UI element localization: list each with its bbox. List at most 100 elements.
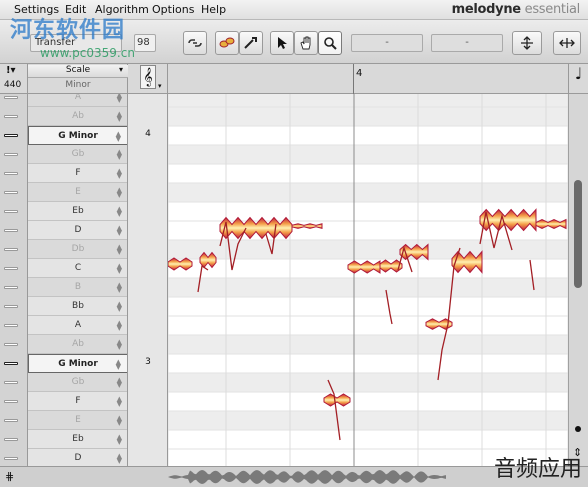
pitch-spinner-icon[interactable]: ▲ ▼ — [117, 225, 122, 237]
octave-column: 43 — [128, 94, 168, 466]
magnifier-icon — [324, 37, 337, 50]
pitch-label: B — [74, 282, 82, 292]
grid-row — [168, 353, 568, 374]
clef-cell[interactable]: 𝄞 ▾ — [128, 64, 168, 94]
overview-waveform[interactable] — [168, 469, 448, 485]
scale-key-row[interactable]: G Minor ▲ ▼ — [28, 354, 127, 373]
pitch-spinner-icon[interactable]: ▲ ▼ — [117, 149, 122, 161]
pitch-spinner-icon[interactable]: ▲ ▼ — [117, 339, 122, 351]
pitch-spinner-icon[interactable]: ▲ ▼ — [116, 359, 121, 371]
scroll-tool-button[interactable] — [294, 31, 318, 55]
pitch-label: D — [74, 225, 82, 235]
main-tool-button[interactable] — [270, 31, 294, 55]
piano-key-marker — [4, 381, 18, 384]
pitch-label: F — [75, 168, 81, 178]
pitch-spinner-icon[interactable]: ▲ ▼ — [116, 131, 121, 143]
scale-header[interactable]: Scale ▾ Minor — [28, 64, 128, 94]
scale-pitch-row[interactable]: D ▲ ▼ — [28, 449, 127, 466]
scale-pitch-row[interactable]: Ab ▲ ▼ — [28, 107, 127, 126]
waveform-toggle-icon[interactable]: ⋕ — [5, 470, 14, 483]
grid-row — [168, 391, 568, 412]
note-blobs-icon — [219, 37, 235, 48]
scale-pitch-row[interactable]: D ▲ ▼ — [28, 221, 127, 240]
pitch-spinner-icon[interactable]: ▲ ▼ — [117, 244, 122, 256]
piano-key-marker — [4, 267, 18, 270]
pitch-spinner-icon[interactable]: ▲ ▼ — [117, 377, 122, 389]
clef-dropdown-icon: ▾ — [158, 82, 162, 90]
reference-pitch-cell[interactable]: !▾ 440 — [0, 64, 28, 94]
pitch-zoom-button[interactable] — [512, 31, 542, 55]
scale-pitch-row[interactable]: Bb ▲ ▼ — [28, 297, 127, 316]
pitch-label: Eb — [72, 206, 84, 216]
piano-key-marker — [4, 362, 18, 365]
scroll-thumb[interactable] — [574, 180, 582, 288]
pitch-spinner-icon[interactable]: ▲ ▼ — [117, 320, 122, 332]
grid-row — [168, 144, 568, 165]
scale-pitch-row[interactable]: Db ▲ ▼ — [28, 240, 127, 259]
scale-key-row[interactable]: G Minor ▲ ▼ — [28, 126, 127, 145]
scale-pitch-row[interactable]: Eb ▲ ▼ — [28, 430, 127, 449]
scale-pitch-row[interactable]: B ▲ ▼ — [28, 278, 127, 297]
hand-icon — [300, 36, 311, 50]
vertical-scrollbar[interactable]: ⇕ — [568, 94, 588, 466]
pitch-spinner-icon[interactable]: ▲ ▼ — [117, 396, 122, 408]
note-value-icon[interactable]: ♩ — [568, 64, 588, 94]
pointer-arrow-icon — [278, 37, 287, 49]
pitch-spinner-icon[interactable]: ▲ ▼ — [117, 282, 122, 294]
scale-pitch-row[interactable]: Gb ▲ ▼ — [28, 145, 127, 164]
piano-strip[interactable] — [0, 94, 28, 466]
note-blob[interactable] — [291, 223, 323, 229]
pitch-spinner-icon[interactable]: ▲ ▼ — [117, 263, 122, 275]
note-editor-grid[interactable] — [168, 94, 568, 466]
grid-row — [168, 182, 568, 203]
pitch-spinner-icon[interactable]: ▲ ▼ — [117, 111, 122, 123]
pitch-spinner-icon[interactable]: ▲ ▼ — [117, 168, 122, 180]
macro-time-button[interactable] — [239, 31, 263, 55]
zoom-tool-button[interactable] — [318, 31, 342, 55]
link-icon — [188, 39, 202, 47]
pitch-spinner-icon[interactable]: ▲ ▼ — [117, 415, 122, 427]
pitch-spinner-icon[interactable]: ▲ ▼ — [117, 206, 122, 218]
scale-pitch-row[interactable]: E ▲ ▼ — [28, 183, 127, 202]
pitch-spinner-icon[interactable]: ▲ ▼ — [117, 94, 122, 104]
scale-pitch-row[interactable]: E ▲ ▼ — [28, 411, 127, 430]
note-editor-canvas[interactable] — [168, 94, 568, 466]
macro-pitch-button[interactable] — [215, 31, 239, 55]
editor-header: !▾ 440 Scale ▾ Minor 𝄞 ▾ 4 ♩ — [0, 64, 588, 94]
watermark-caption: 音频应用 — [493, 457, 582, 482]
time-ruler[interactable]: 4 — [168, 64, 568, 94]
scale-pitch-row[interactable]: Eb ▲ ▼ — [28, 202, 127, 221]
grid-row — [168, 94, 568, 108]
pitch-spinner-icon[interactable]: ▲ ▼ — [117, 187, 122, 199]
menu-options[interactable]: Options — [152, 3, 194, 16]
brand-edition: essential — [520, 2, 581, 17]
pitch-label: Db — [71, 244, 85, 254]
piano-key-marker — [4, 191, 18, 194]
scale-label: Scale — [28, 65, 128, 78]
piano-key-marker — [4, 229, 18, 232]
piano-key-marker — [4, 438, 18, 441]
pitch-label: C — [74, 263, 82, 273]
bar-number: 4 — [356, 68, 363, 79]
pitch-spinner-icon[interactable]: ▲ ▼ — [117, 453, 122, 465]
scale-pitch-row[interactable]: F ▲ ▼ — [28, 392, 127, 411]
pitch-label: A — [74, 320, 82, 330]
pitch-spinner-icon[interactable]: ▲ ▼ — [117, 301, 122, 313]
scale-pitch-row[interactable]: C ▲ ▼ — [28, 259, 127, 278]
piano-key-marker — [4, 96, 18, 99]
time-zoom-button[interactable] — [553, 31, 581, 55]
scale-pitch-row[interactable]: A ▲ ▼ — [28, 316, 127, 335]
scale-pitch-row[interactable]: Ab ▲ ▼ — [28, 335, 127, 354]
horizontal-zoom-icon — [559, 38, 575, 48]
pitch-spinner-icon[interactable]: ▲ ▼ — [117, 434, 122, 446]
tempo-field[interactable]: 98 — [134, 34, 156, 52]
link-button[interactable] — [183, 31, 207, 55]
scale-pitch-row[interactable]: A ▲ ▼ — [28, 94, 127, 107]
grid-row — [168, 277, 568, 298]
grid-row — [168, 372, 568, 393]
scale-pitch-row[interactable]: F ▲ ▼ — [28, 164, 127, 183]
scale-pitch-row[interactable]: Gb ▲ ▼ — [28, 373, 127, 392]
piano-key-marker — [4, 134, 18, 137]
watermark-site-name: 河东软件园 — [10, 18, 126, 43]
menu-help[interactable]: Help — [201, 3, 226, 16]
